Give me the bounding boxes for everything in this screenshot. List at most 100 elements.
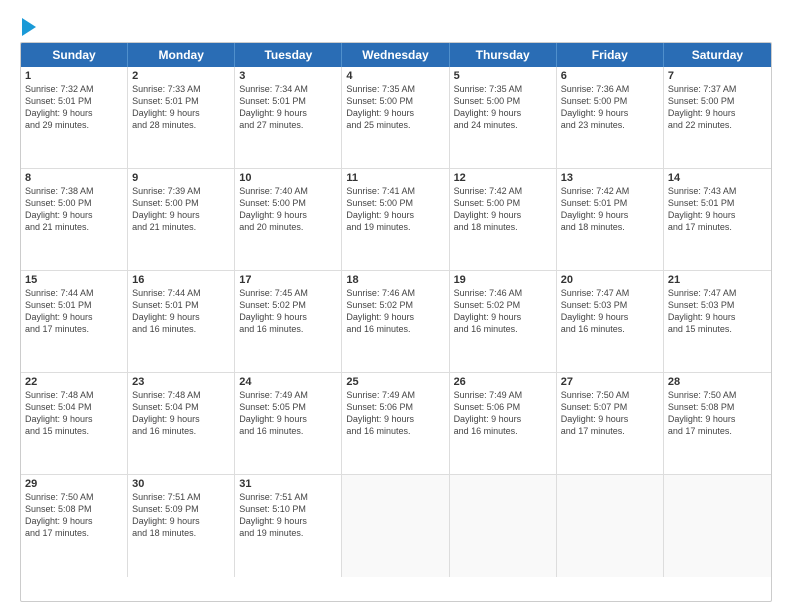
day-number: 8 xyxy=(25,172,123,184)
day-number: 22 xyxy=(25,376,123,388)
day-number: 26 xyxy=(454,376,552,388)
day-cell-4: 4Sunrise: 7:35 AMSunset: 5:00 PMDaylight… xyxy=(342,67,449,168)
day-cell-17: 17Sunrise: 7:45 AMSunset: 5:02 PMDayligh… xyxy=(235,271,342,372)
day-cell-16: 16Sunrise: 7:44 AMSunset: 5:01 PMDayligh… xyxy=(128,271,235,372)
day-number: 3 xyxy=(239,70,337,82)
day-cell-15: 15Sunrise: 7:44 AMSunset: 5:01 PMDayligh… xyxy=(21,271,128,372)
day-cell-11: 11Sunrise: 7:41 AMSunset: 5:00 PMDayligh… xyxy=(342,169,449,270)
cell-info: Sunrise: 7:45 AMSunset: 5:02 PMDaylight:… xyxy=(239,287,337,336)
header-day-thursday: Thursday xyxy=(450,43,557,67)
empty-cell xyxy=(664,475,771,577)
day-cell-28: 28Sunrise: 7:50 AMSunset: 5:08 PMDayligh… xyxy=(664,373,771,474)
day-number: 4 xyxy=(346,70,444,82)
day-number: 15 xyxy=(25,274,123,286)
cell-info: Sunrise: 7:51 AMSunset: 5:10 PMDaylight:… xyxy=(239,491,337,540)
empty-cell xyxy=(450,475,557,577)
header-day-monday: Monday xyxy=(128,43,235,67)
day-number: 17 xyxy=(239,274,337,286)
day-cell-26: 26Sunrise: 7:49 AMSunset: 5:06 PMDayligh… xyxy=(450,373,557,474)
logo-text xyxy=(20,18,36,34)
day-number: 20 xyxy=(561,274,659,286)
day-number: 1 xyxy=(25,70,123,82)
header-day-wednesday: Wednesday xyxy=(342,43,449,67)
day-number: 5 xyxy=(454,70,552,82)
day-number: 30 xyxy=(132,478,230,490)
cell-info: Sunrise: 7:39 AMSunset: 5:00 PMDaylight:… xyxy=(132,185,230,234)
calendar-header: SundayMondayTuesdayWednesdayThursdayFrid… xyxy=(21,43,771,67)
cell-info: Sunrise: 7:37 AMSunset: 5:00 PMDaylight:… xyxy=(668,83,767,132)
day-number: 21 xyxy=(668,274,767,286)
day-number: 11 xyxy=(346,172,444,184)
day-number: 29 xyxy=(25,478,123,490)
week-row-3: 15Sunrise: 7:44 AMSunset: 5:01 PMDayligh… xyxy=(21,271,771,373)
day-number: 24 xyxy=(239,376,337,388)
cell-info: Sunrise: 7:47 AMSunset: 5:03 PMDaylight:… xyxy=(668,287,767,336)
day-number: 10 xyxy=(239,172,337,184)
cell-info: Sunrise: 7:49 AMSunset: 5:06 PMDaylight:… xyxy=(454,389,552,438)
day-cell-5: 5Sunrise: 7:35 AMSunset: 5:00 PMDaylight… xyxy=(450,67,557,168)
day-cell-10: 10Sunrise: 7:40 AMSunset: 5:00 PMDayligh… xyxy=(235,169,342,270)
day-cell-7: 7Sunrise: 7:37 AMSunset: 5:00 PMDaylight… xyxy=(664,67,771,168)
header-day-saturday: Saturday xyxy=(664,43,771,67)
day-number: 25 xyxy=(346,376,444,388)
empty-cell xyxy=(342,475,449,577)
cell-info: Sunrise: 7:48 AMSunset: 5:04 PMDaylight:… xyxy=(25,389,123,438)
day-number: 14 xyxy=(668,172,767,184)
day-cell-29: 29Sunrise: 7:50 AMSunset: 5:08 PMDayligh… xyxy=(21,475,128,577)
cell-info: Sunrise: 7:35 AMSunset: 5:00 PMDaylight:… xyxy=(346,83,444,132)
day-cell-14: 14Sunrise: 7:43 AMSunset: 5:01 PMDayligh… xyxy=(664,169,771,270)
day-cell-25: 25Sunrise: 7:49 AMSunset: 5:06 PMDayligh… xyxy=(342,373,449,474)
day-cell-22: 22Sunrise: 7:48 AMSunset: 5:04 PMDayligh… xyxy=(21,373,128,474)
cell-info: Sunrise: 7:47 AMSunset: 5:03 PMDaylight:… xyxy=(561,287,659,336)
cell-info: Sunrise: 7:50 AMSunset: 5:08 PMDaylight:… xyxy=(668,389,767,438)
cell-info: Sunrise: 7:32 AMSunset: 5:01 PMDaylight:… xyxy=(25,83,123,132)
calendar-body: 1Sunrise: 7:32 AMSunset: 5:01 PMDaylight… xyxy=(21,67,771,577)
cell-info: Sunrise: 7:49 AMSunset: 5:06 PMDaylight:… xyxy=(346,389,444,438)
day-cell-31: 31Sunrise: 7:51 AMSunset: 5:10 PMDayligh… xyxy=(235,475,342,577)
cell-info: Sunrise: 7:48 AMSunset: 5:04 PMDaylight:… xyxy=(132,389,230,438)
header xyxy=(20,18,772,34)
day-cell-19: 19Sunrise: 7:46 AMSunset: 5:02 PMDayligh… xyxy=(450,271,557,372)
week-row-2: 8Sunrise: 7:38 AMSunset: 5:00 PMDaylight… xyxy=(21,169,771,271)
day-number: 7 xyxy=(668,70,767,82)
day-cell-8: 8Sunrise: 7:38 AMSunset: 5:00 PMDaylight… xyxy=(21,169,128,270)
cell-info: Sunrise: 7:50 AMSunset: 5:07 PMDaylight:… xyxy=(561,389,659,438)
day-cell-20: 20Sunrise: 7:47 AMSunset: 5:03 PMDayligh… xyxy=(557,271,664,372)
cell-info: Sunrise: 7:41 AMSunset: 5:00 PMDaylight:… xyxy=(346,185,444,234)
day-cell-13: 13Sunrise: 7:42 AMSunset: 5:01 PMDayligh… xyxy=(557,169,664,270)
day-number: 2 xyxy=(132,70,230,82)
day-cell-2: 2Sunrise: 7:33 AMSunset: 5:01 PMDaylight… xyxy=(128,67,235,168)
day-number: 13 xyxy=(561,172,659,184)
day-cell-18: 18Sunrise: 7:46 AMSunset: 5:02 PMDayligh… xyxy=(342,271,449,372)
day-number: 31 xyxy=(239,478,337,490)
cell-info: Sunrise: 7:51 AMSunset: 5:09 PMDaylight:… xyxy=(132,491,230,540)
week-row-1: 1Sunrise: 7:32 AMSunset: 5:01 PMDaylight… xyxy=(21,67,771,169)
week-row-5: 29Sunrise: 7:50 AMSunset: 5:08 PMDayligh… xyxy=(21,475,771,577)
day-cell-9: 9Sunrise: 7:39 AMSunset: 5:00 PMDaylight… xyxy=(128,169,235,270)
day-cell-12: 12Sunrise: 7:42 AMSunset: 5:00 PMDayligh… xyxy=(450,169,557,270)
cell-info: Sunrise: 7:40 AMSunset: 5:00 PMDaylight:… xyxy=(239,185,337,234)
cell-info: Sunrise: 7:34 AMSunset: 5:01 PMDaylight:… xyxy=(239,83,337,132)
cell-info: Sunrise: 7:44 AMSunset: 5:01 PMDaylight:… xyxy=(25,287,123,336)
empty-cell xyxy=(557,475,664,577)
cell-info: Sunrise: 7:49 AMSunset: 5:05 PMDaylight:… xyxy=(239,389,337,438)
header-day-sunday: Sunday xyxy=(21,43,128,67)
day-number: 27 xyxy=(561,376,659,388)
header-day-tuesday: Tuesday xyxy=(235,43,342,67)
cell-info: Sunrise: 7:44 AMSunset: 5:01 PMDaylight:… xyxy=(132,287,230,336)
day-number: 28 xyxy=(668,376,767,388)
logo xyxy=(20,18,36,34)
cell-info: Sunrise: 7:46 AMSunset: 5:02 PMDaylight:… xyxy=(454,287,552,336)
day-cell-6: 6Sunrise: 7:36 AMSunset: 5:00 PMDaylight… xyxy=(557,67,664,168)
cell-info: Sunrise: 7:43 AMSunset: 5:01 PMDaylight:… xyxy=(668,185,767,234)
cell-info: Sunrise: 7:33 AMSunset: 5:01 PMDaylight:… xyxy=(132,83,230,132)
day-number: 6 xyxy=(561,70,659,82)
cell-info: Sunrise: 7:35 AMSunset: 5:00 PMDaylight:… xyxy=(454,83,552,132)
cell-info: Sunrise: 7:50 AMSunset: 5:08 PMDaylight:… xyxy=(25,491,123,540)
cell-info: Sunrise: 7:46 AMSunset: 5:02 PMDaylight:… xyxy=(346,287,444,336)
cell-info: Sunrise: 7:38 AMSunset: 5:00 PMDaylight:… xyxy=(25,185,123,234)
day-cell-23: 23Sunrise: 7:48 AMSunset: 5:04 PMDayligh… xyxy=(128,373,235,474)
cell-info: Sunrise: 7:36 AMSunset: 5:00 PMDaylight:… xyxy=(561,83,659,132)
page: SundayMondayTuesdayWednesdayThursdayFrid… xyxy=(0,0,792,612)
day-number: 16 xyxy=(132,274,230,286)
